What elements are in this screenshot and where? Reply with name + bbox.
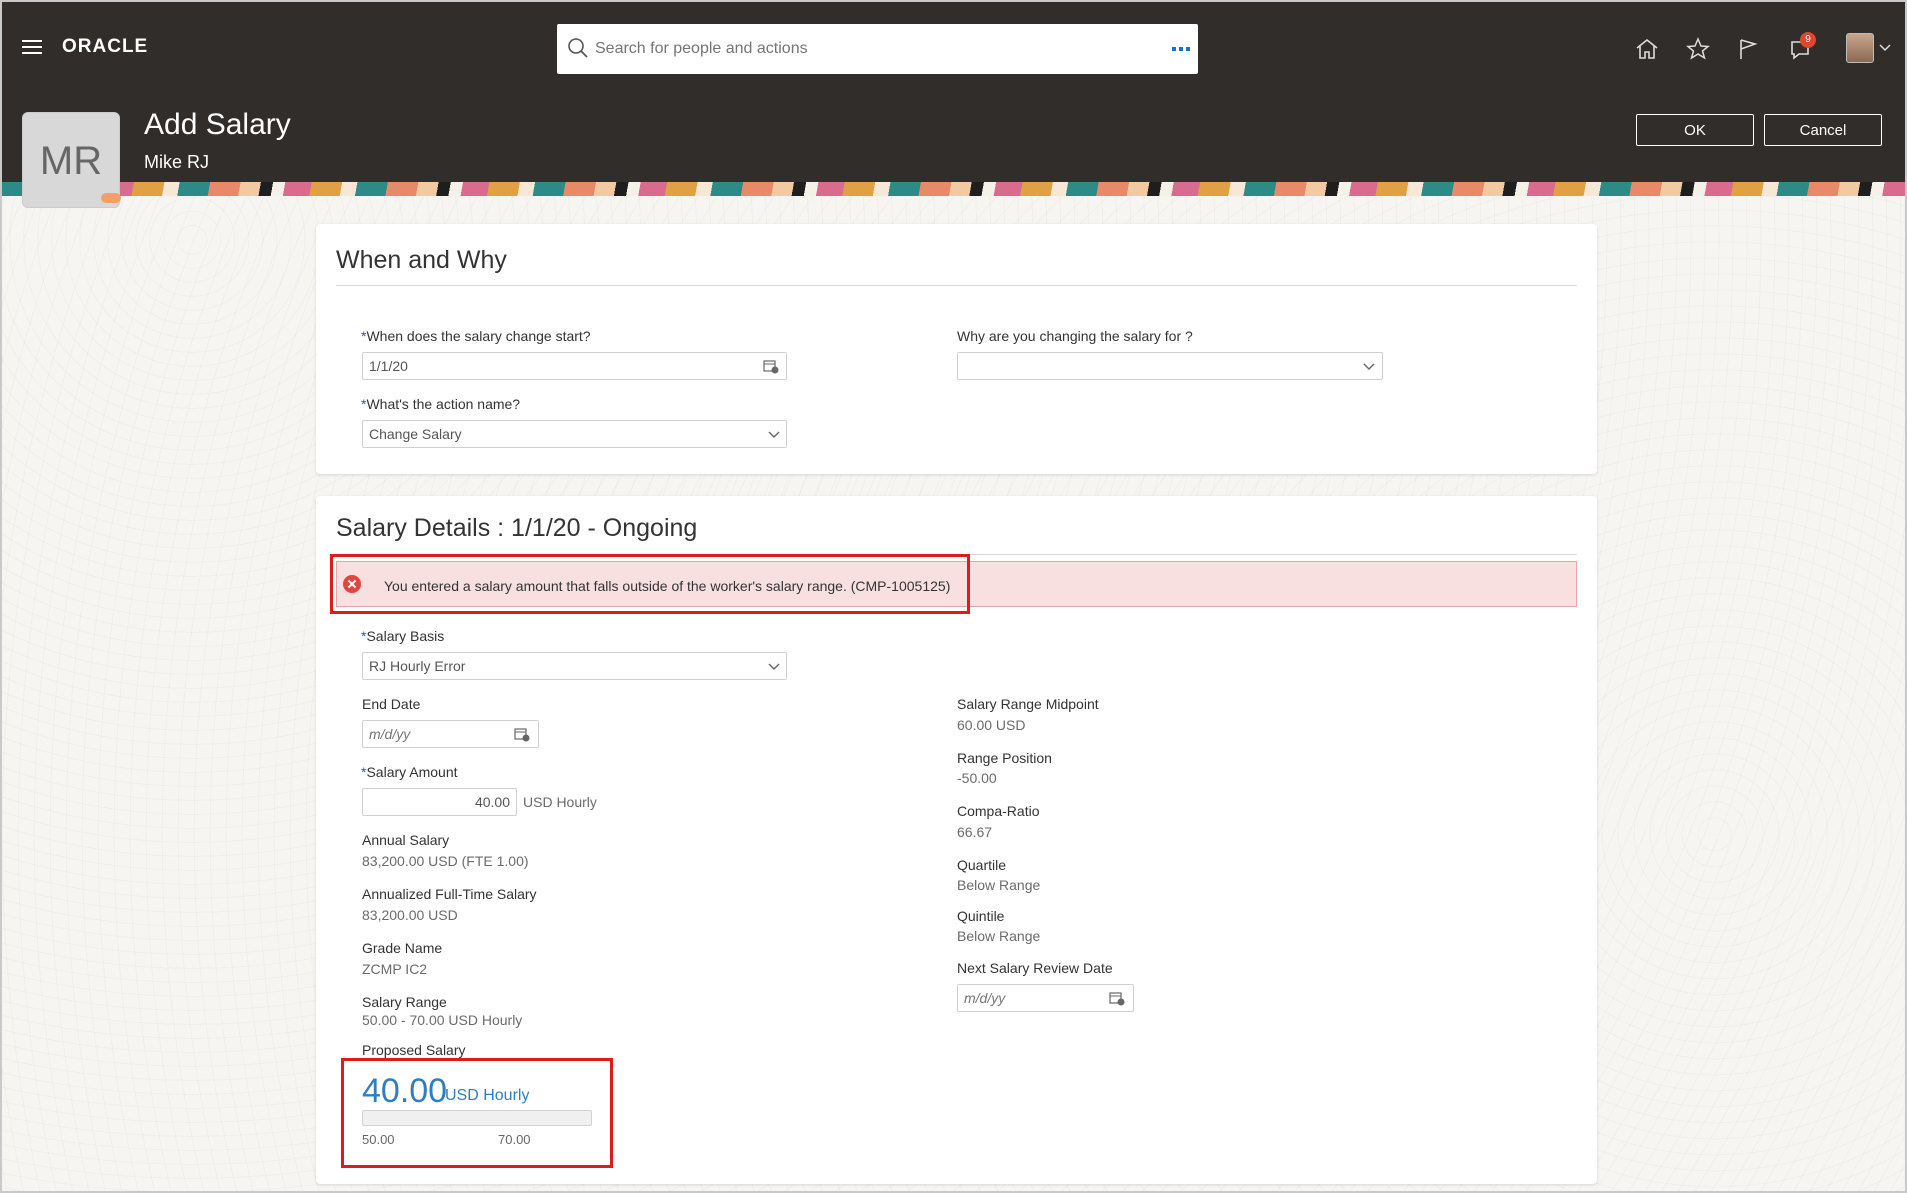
error-icon <box>343 575 361 593</box>
reason-select[interactable] <box>957 352 1383 380</box>
calendar-icon[interactable] <box>763 358 779 374</box>
action-name-select[interactable]: Change Salary <box>362 420 787 448</box>
avatar-badge <box>101 193 121 203</box>
salary-basis-value: RJ Hourly Error <box>369 658 466 674</box>
next-review-date-input[interactable] <box>957 984 1134 1012</box>
start-date-label: *When does the salary change start? <box>361 328 591 344</box>
home-icon[interactable] <box>1634 36 1660 62</box>
menu-icon[interactable] <box>22 40 42 56</box>
range-min-value: 50.00 <box>362 1132 395 1147</box>
salary-range-bar <box>362 1110 592 1126</box>
annualized-salary-label: Annualized Full-Time Salary <box>362 886 537 902</box>
star-icon[interactable] <box>1685 36 1711 62</box>
search-bar[interactable] <box>557 24 1198 74</box>
quartile-label: Quartile <box>957 857 1007 873</box>
annual-salary-label: Annual Salary <box>362 832 450 848</box>
grade-name-label: Grade Name <box>362 940 443 956</box>
midpoint-value: 60.00 USD <box>957 717 1026 733</box>
when-why-section: When and Why *When does the salary chang… <box>316 224 1597 474</box>
midpoint-label: Salary Range Midpoint <box>957 696 1099 712</box>
salary-amount-label: *Salary Amount <box>361 764 458 780</box>
app-frame: ORACLE 9 MR <box>0 0 1907 1193</box>
annualized-salary-value: 83,200.00 USD <box>362 907 458 923</box>
range-max-value: 70.00 <box>498 1132 531 1147</box>
chevron-down-icon[interactable] <box>768 431 780 439</box>
action-name-label: *What's the action name? <box>361 396 521 412</box>
chevron-down-icon[interactable] <box>1879 44 1891 52</box>
quintile-label: Quintile <box>957 908 1005 924</box>
end-date-label: End Date <box>362 696 421 712</box>
start-date-input[interactable] <box>362 352 787 380</box>
section-title: Salary Details : 1/1/20 - Ongoing <box>336 514 698 542</box>
range-position-value: -50.00 <box>957 770 997 786</box>
annual-salary-value: 83,200.00 USD (FTE 1.00) <box>362 853 529 869</box>
notifications-badge: 9 <box>1800 32 1816 48</box>
proposed-salary-label: Proposed Salary <box>362 1042 466 1058</box>
more-options-icon[interactable] <box>1172 47 1190 52</box>
calendar-icon[interactable] <box>514 726 530 742</box>
error-text: You entered a salary amount that falls o… <box>384 578 951 594</box>
ok-button[interactable]: OK <box>1636 114 1754 146</box>
global-header: ORACLE 9 MR <box>2 2 1905 208</box>
flag-icon[interactable] <box>1735 36 1761 62</box>
chevron-down-icon[interactable] <box>1363 363 1375 371</box>
reason-label: Why are you changing the salary for ? <box>957 328 1193 344</box>
salary-amount-unit: USD Hourly <box>523 794 597 810</box>
calendar-icon[interactable] <box>1109 990 1125 1006</box>
chevron-down-icon[interactable] <box>768 663 780 671</box>
salary-details-section: Salary Details : 1/1/20 - Ongoing You en… <box>316 496 1597 1184</box>
proposed-salary-unit: USD Hourly <box>445 1087 530 1104</box>
action-name-value: Change Salary <box>369 426 462 442</box>
range-position-label: Range Position <box>957 750 1052 766</box>
section-title: When and Why <box>336 246 507 274</box>
user-avatar[interactable] <box>1846 33 1874 63</box>
page-title: Add Salary <box>144 108 291 141</box>
person-initials: MR <box>39 139 103 183</box>
salary-range-value: 50.00 - 70.00 USD Hourly <box>362 1012 523 1028</box>
quartile-value: Below Range <box>957 877 1041 893</box>
decorative-banner <box>2 182 1905 196</box>
salary-range-label: Salary Range <box>362 994 447 1010</box>
salary-basis-select[interactable]: RJ Hourly Error <box>362 652 787 680</box>
search-input[interactable] <box>595 34 1155 64</box>
cancel-button[interactable]: Cancel <box>1764 114 1882 146</box>
next-review-date-label: Next Salary Review Date <box>957 960 1113 976</box>
search-icon <box>568 38 588 58</box>
divider <box>336 285 1577 286</box>
salary-basis-label: *Salary Basis <box>361 628 445 644</box>
person-name: Mike RJ <box>144 152 210 172</box>
person-avatar: MR <box>22 112 121 208</box>
compa-ratio-value: 66.67 <box>957 824 993 840</box>
salary-amount-input[interactable] <box>362 788 517 816</box>
proposed-salary-amount: 40.00 <box>362 1072 448 1110</box>
compa-ratio-label: Compa-Ratio <box>957 803 1040 819</box>
oracle-logo[interactable]: ORACLE <box>62 36 148 58</box>
end-date-input[interactable] <box>362 720 539 748</box>
quintile-value: Below Range <box>957 928 1041 944</box>
grade-name-value: ZCMP IC2 <box>362 961 428 977</box>
